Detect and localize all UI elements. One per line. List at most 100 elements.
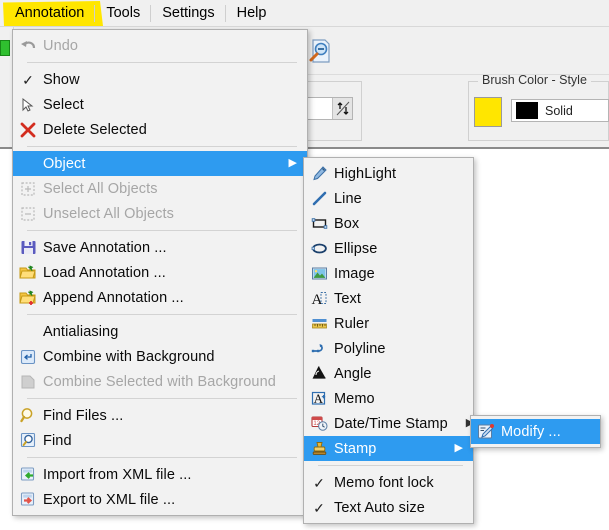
object-submenu[interactable]: HighLight Line Box Ellipse Image A Text … — [303, 157, 474, 524]
unselect-all-icon — [13, 201, 43, 226]
text-a-icon: A — [304, 286, 334, 311]
menu-item-text[interactable]: A Text — [304, 286, 473, 311]
red-x-icon — [13, 117, 43, 142]
menu-item-stamp[interactable]: Stamp ▶ — [304, 436, 473, 461]
antialiasing-icon — [13, 319, 43, 344]
brush-style-color-block — [516, 102, 538, 119]
menu-item-combine-selected-with-background: Combine Selected with Background — [13, 369, 307, 394]
menu-item-ruler[interactable]: Ruler — [304, 311, 473, 336]
menu-item-stamp-label: Stamp — [334, 440, 377, 457]
menu-item-select-all-objects: Select All Objects — [13, 176, 307, 201]
menu-item-memo-font-lock[interactable]: ✓ Memo font lock — [304, 470, 473, 495]
cursor-arrow-icon — [13, 92, 43, 117]
menu-item-highlight-label: HighLight — [334, 165, 397, 182]
open-folder-icon — [13, 260, 43, 285]
menubar-item-annotation[interactable]: Annotation — [4, 0, 96, 27]
menu-item-delete-selected-label: Delete Selected — [43, 121, 147, 138]
menu-item-append-annotation-label: Append Annotation ... — [43, 289, 184, 306]
menu-item-export-to-xml-label: Export to XML file ... — [43, 491, 176, 508]
image-icon — [304, 261, 334, 286]
menu-item-highlight[interactable]: HighLight — [304, 161, 473, 186]
menubar-item-help-label: Help — [236, 5, 267, 21]
menu-item-unselect-all-objects-label: Unselect All Objects — [43, 205, 174, 222]
menu-item-box[interactable]: Box — [304, 211, 473, 236]
menu-item-ellipse[interactable]: Ellipse — [304, 236, 473, 261]
menu-item-undo-label: Undo — [43, 37, 79, 54]
checkmark-icon: ✓ — [313, 474, 325, 491]
menu-item-polyline[interactable]: Polyline — [304, 336, 473, 361]
menu-item-delete-selected[interactable]: Delete Selected — [13, 117, 307, 142]
menu-item-antialiasing[interactable]: Antialiasing — [13, 319, 307, 344]
modify-stamp-icon — [471, 419, 501, 444]
highlighter-pen-icon — [304, 161, 334, 186]
menu-item-undo: Undo — [13, 33, 307, 58]
polyline-icon — [304, 336, 334, 361]
menu-item-memo-font-lock-label: Memo font lock — [334, 474, 434, 491]
menu-item-select[interactable]: Select — [13, 92, 307, 117]
chevron-right-icon: ▶ — [454, 442, 463, 454]
menu-item-object[interactable]: Object ▶ — [13, 151, 307, 176]
green-tool-icon[interactable] — [0, 40, 10, 56]
angle-icon — [304, 361, 334, 386]
menubar-item-settings-label: Settings — [162, 5, 215, 21]
menu-item-text-label: Text — [334, 290, 361, 307]
menu-item-append-annotation[interactable]: Append Annotation ... — [13, 285, 307, 310]
menu-item-modify-stamp-label: Modify ... — [501, 423, 561, 440]
annotation-menu[interactable]: Undo ✓ Show Select Delete Selected Objec… — [12, 29, 308, 516]
import-xml-icon — [13, 462, 43, 487]
menubar-item-tools[interactable]: Tools — [95, 0, 152, 27]
menu-separator — [27, 62, 297, 63]
menu-item-image[interactable]: Image — [304, 261, 473, 286]
menu-separator — [27, 146, 297, 147]
menu-item-modify-stamp[interactable]: Modify ... — [471, 419, 600, 444]
magnifier-icon — [13, 403, 43, 428]
svg-text:A: A — [313, 391, 323, 406]
menu-item-memo-label: Memo — [334, 390, 375, 407]
box-icon — [304, 211, 334, 236]
spinner-updown-icon[interactable] — [332, 98, 352, 119]
menu-item-load-annotation[interactable]: Load Annotation ... — [13, 260, 307, 285]
menu-item-date-time-stamp[interactable]: 12 Date/Time Stamp ▶ — [304, 411, 474, 436]
floppy-disk-icon — [13, 235, 43, 260]
menu-item-text-auto-size[interactable]: ✓ Text Auto size — [304, 495, 473, 520]
menu-item-select-all-objects-label: Select All Objects — [43, 180, 158, 197]
menu-item-show[interactable]: ✓ Show — [13, 67, 307, 92]
menu-item-combine-with-background[interactable]: Combine with Background — [13, 344, 307, 369]
menu-item-polyline-label: Polyline — [334, 340, 386, 357]
menu-item-text-auto-size-label: Text Auto size — [334, 499, 425, 516]
menu-item-find-files[interactable]: Find Files ... — [13, 403, 307, 428]
menu-bar: Annotation Tools Settings Help — [0, 0, 609, 27]
stamp-submenu[interactable]: Modify ... — [470, 415, 601, 448]
export-xml-icon — [13, 487, 43, 512]
brush-group-title: Brush Color - Style — [478, 73, 591, 87]
menu-item-object-label: Object — [43, 155, 86, 172]
menu-item-memo[interactable]: A Memo — [304, 386, 473, 411]
select-all-icon — [13, 176, 43, 201]
chevron-right-icon: ▶ — [288, 157, 297, 169]
menu-item-angle[interactable]: Angle — [304, 361, 473, 386]
menu-item-import-from-xml[interactable]: Import from XML file ... — [13, 462, 307, 487]
combine-selected-icon — [13, 369, 43, 394]
menu-item-export-to-xml[interactable]: Export to XML file ... — [13, 487, 307, 512]
brush-color-swatch[interactable] — [474, 97, 502, 127]
menubar-item-help[interactable]: Help — [226, 0, 278, 27]
menu-item-save-annotation-label: Save Annotation ... — [43, 239, 167, 256]
date-time-stamp-icon: 12 — [304, 411, 334, 436]
menu-item-select-label: Select — [43, 96, 84, 113]
menu-item-angle-label: Angle — [334, 365, 372, 382]
line-icon — [304, 186, 334, 211]
app-window: th ▼ 1 Brush Color - Style — [0, 0, 609, 530]
memo-icon: A — [304, 386, 334, 411]
brush-style-combo[interactable]: Solid — [511, 99, 609, 122]
menu-item-combine-with-background-label: Combine with Background — [43, 348, 215, 365]
menu-item-save-annotation[interactable]: Save Annotation ... — [13, 235, 307, 260]
menu-item-line-label: Line — [334, 190, 362, 207]
menubar-item-settings[interactable]: Settings — [151, 0, 227, 27]
menu-item-line[interactable]: Line — [304, 186, 473, 211]
menu-item-box-label: Box — [334, 215, 360, 232]
menu-separator — [27, 314, 297, 315]
menu-item-combine-selected-with-background-label: Combine Selected with Background — [43, 373, 276, 390]
menu-item-show-label: Show — [43, 71, 80, 88]
menu-item-find[interactable]: Find — [13, 428, 307, 453]
checkmark-icon: ✓ — [22, 71, 34, 88]
